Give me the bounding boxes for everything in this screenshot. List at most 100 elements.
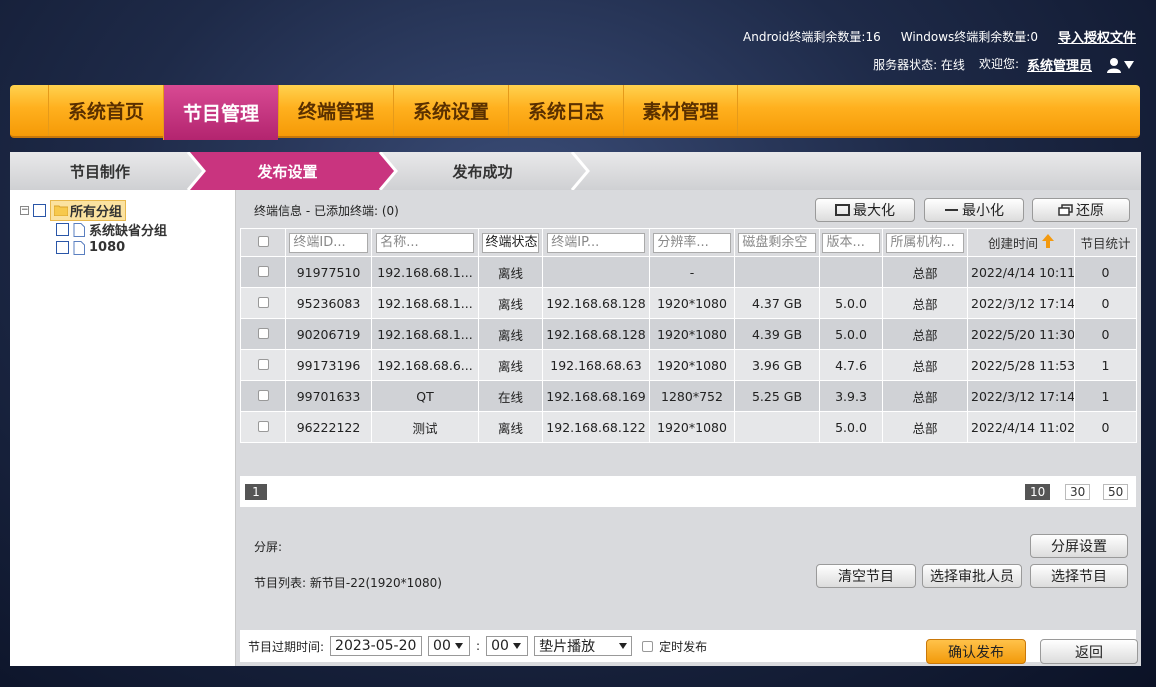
cell-ip: 192.168.68.169 [542, 380, 650, 412]
terminal-id-filter[interactable]: 终端ID... [289, 232, 368, 253]
clear-program-button[interactable]: 清空节目 [816, 564, 916, 588]
status-filter[interactable]: 终端状态 [481, 232, 540, 253]
server-status: 服务器状态: 在线 [873, 58, 965, 72]
tree-item-checkbox[interactable] [56, 241, 69, 254]
cell-status: 离线 [478, 411, 543, 443]
timed-publish-label: 定时发布 [659, 639, 708, 654]
cell-disk [734, 411, 820, 443]
dropdown-arrow-icon [619, 643, 628, 649]
row-checkbox[interactable] [257, 358, 269, 370]
nav-item-settings[interactable]: 系统设置 [393, 85, 508, 136]
page-size-10[interactable]: 10 [1025, 484, 1051, 500]
user-icon [1107, 57, 1121, 73]
expire-minute-select[interactable]: 00 [486, 636, 529, 656]
nav-item-terminals[interactable]: 终端管理 [278, 85, 393, 136]
page-button-current[interactable]: 1 [245, 484, 267, 500]
cell-resolution: 1920*1080 [649, 287, 735, 319]
created-time-header[interactable]: 创建时间 [967, 228, 1075, 257]
folder-icon [54, 205, 68, 216]
timed-publish-checkbox[interactable] [642, 640, 654, 652]
cell-created: 2022/5/20 11:30:3 [967, 318, 1075, 350]
cell-version [819, 256, 883, 288]
back-button[interactable]: 返回 [1040, 639, 1138, 664]
table-row[interactable]: 99173196 192.168.68.6... 离线 192.168.68.63 19… [240, 349, 1137, 381]
disk-filter[interactable]: 磁盘剩余空 [738, 232, 816, 253]
expire-hour-select[interactable]: 00 [428, 636, 471, 656]
tree-item-default-group[interactable]: 系统缺省分组 [56, 220, 167, 239]
admin-user-link[interactable]: 系统管理员 [1027, 55, 1092, 74]
terminal-info-text: 终端信息 - 已添加终端: (0) [254, 204, 399, 218]
sort-up-icon [1042, 234, 1054, 248]
expire-label: 节目过期时间: [248, 639, 325, 654]
cell-created: 2022/4/14 11:02:2 [967, 411, 1075, 443]
table-row[interactable]: 96222122 测试 离线 192.168.68.122 1920*1080 5.0.0… [240, 411, 1137, 443]
restore-button[interactable]: 还原 [1032, 198, 1130, 222]
row-checkbox[interactable] [257, 265, 269, 277]
group-tree: − 所有分组 系统缺省分组 1080 [10, 190, 236, 666]
expire-date-input[interactable]: 2023-05-20 [330, 636, 423, 656]
maximize-icon [835, 204, 850, 216]
tree-root: − 所有分组 [20, 200, 127, 221]
page-size-30[interactable]: 30 [1065, 484, 1091, 500]
cell-org: 总部 [882, 256, 968, 288]
nav-item-materials[interactable]: 素材管理 [623, 85, 738, 136]
select-program-button[interactable]: 选择节目 [1030, 564, 1128, 588]
name-filter[interactable]: 名称... [376, 232, 474, 253]
select-approver-button[interactable]: 选择审批人员 [922, 564, 1022, 588]
top-header: Android终端剩余数量:16 Windows终端剩余数量:0 导入授权文件 … [0, 0, 1156, 85]
license-info: Android终端剩余数量:16 Windows终端剩余数量:0 导入授权文件 [743, 27, 1136, 46]
cell-ip: 192.168.68.63 [542, 349, 650, 381]
cell-org: 总部 [882, 380, 968, 412]
header-select-all[interactable] [240, 228, 286, 257]
row-checkbox[interactable] [257, 296, 269, 308]
cell-org: 总部 [882, 287, 968, 319]
cell-name: 测试 [371, 411, 479, 443]
cell-created: 2022/3/12 17:14:5 [967, 287, 1075, 319]
cell-disk: 4.37 GB [734, 287, 820, 319]
cell-ip [542, 256, 650, 288]
cell-org: 总部 [882, 349, 968, 381]
restore-icon [1058, 204, 1073, 216]
ip-filter[interactable]: 终端IP... [547, 232, 645, 253]
tree-root-label[interactable]: 所有分组 [50, 200, 127, 221]
tree-item-label: 1080 [89, 240, 126, 255]
nav-item-programs[interactable]: 节目管理 [163, 85, 278, 140]
select-all-checkbox[interactable] [257, 236, 269, 247]
confirm-publish-button[interactable]: 确认发布 [926, 639, 1026, 664]
tree-item-1080[interactable]: 1080 [56, 240, 125, 255]
page-size-50[interactable]: 50 [1103, 484, 1129, 500]
row-checkbox[interactable] [257, 327, 269, 339]
resolution-filter[interactable]: 分辨率... [653, 232, 731, 253]
version-filter[interactable]: 版本... [822, 232, 880, 253]
table-row[interactable]: 99701633 QT 在线 192.168.68.169 1280*752 5.25 G… [240, 380, 1137, 412]
split-settings-button[interactable]: 分屏设置 [1030, 534, 1128, 558]
play-mode-select[interactable]: 垫片播放 [534, 636, 633, 656]
cell-resolution: 1920*1080 [649, 411, 735, 443]
table-row[interactable]: 91977510 192.168.68.1... 离线 - 总部 2022/4/14 10… [240, 256, 1137, 288]
cell-created: 2022/3/12 17:14:5 [967, 380, 1075, 412]
cell-id: 99701633 [285, 380, 372, 412]
cell-name: QT [371, 380, 479, 412]
nav-item-home[interactable]: 系统首页 [48, 85, 163, 136]
cell-id: 95236083 [285, 287, 372, 319]
cell-disk: 4.39 GB [734, 318, 820, 350]
cell-name: 192.168.68.1... [371, 287, 479, 319]
minimize-button[interactable]: 最小化 [924, 198, 1024, 222]
cell-id: 99173196 [285, 349, 372, 381]
tree-root-checkbox[interactable] [33, 204, 46, 217]
import-license-link[interactable]: 导入授权文件 [1058, 27, 1136, 46]
user-menu-button[interactable] [1106, 57, 1134, 73]
org-filter[interactable]: 所属机构... [886, 232, 964, 253]
table-row[interactable]: 90206719 192.168.68.1... 离线 192.168.68.128 1… [240, 318, 1137, 350]
cell-id: 90206719 [285, 318, 372, 350]
nav-item-logs[interactable]: 系统日志 [508, 85, 623, 136]
maximize-button[interactable]: 最大化 [815, 198, 915, 222]
table-row[interactable]: 95236083 192.168.68.1... 离线 192.168.68.128 1… [240, 287, 1137, 319]
collapse-icon[interactable]: − [20, 206, 29, 215]
minimize-icon [945, 209, 958, 211]
tree-item-checkbox[interactable] [56, 223, 69, 236]
program-count-header: 节目统计 [1074, 228, 1137, 257]
row-checkbox[interactable] [257, 420, 269, 432]
step-publish-settings: 发布设置 [257, 162, 318, 181]
row-checkbox[interactable] [257, 389, 269, 401]
